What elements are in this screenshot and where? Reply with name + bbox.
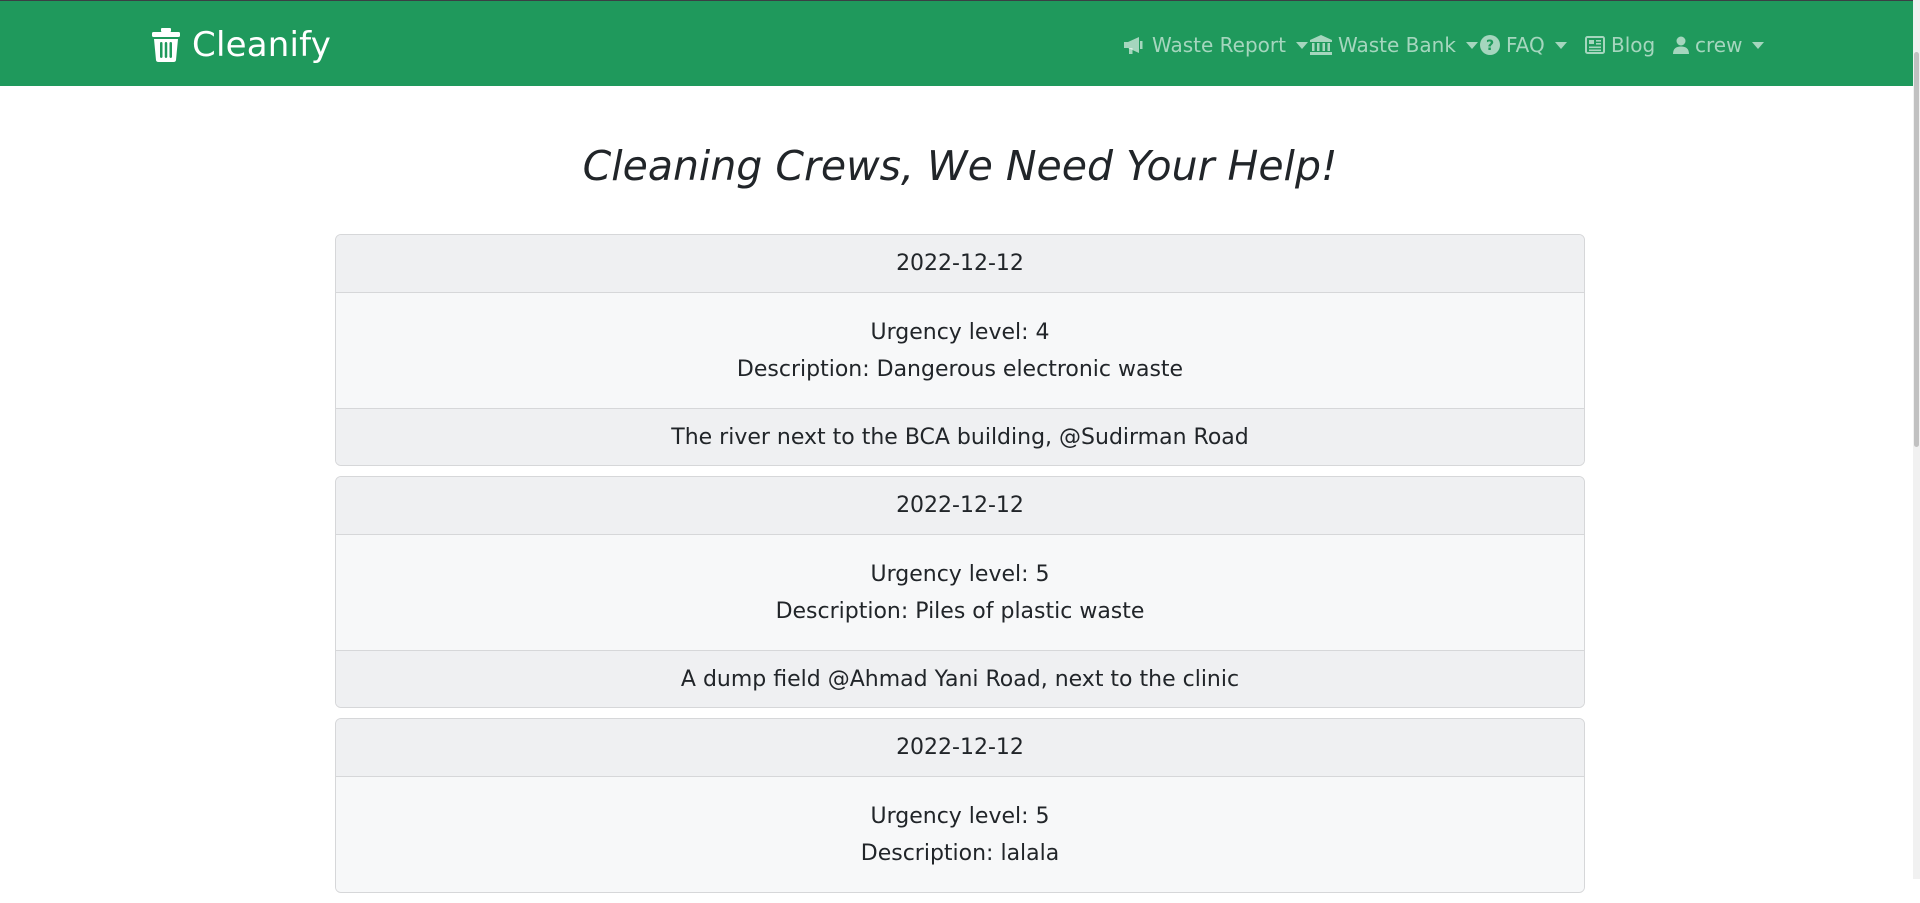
report-urgency: Urgency level: 5: [870, 803, 1050, 829]
nav-user-label: crew: [1695, 33, 1743, 57]
report-description: Description: Piles of plastic waste: [775, 598, 1145, 624]
chevron-down-icon: [1752, 41, 1765, 49]
report-location: The river next to the BCA building, @Sud…: [336, 408, 1584, 465]
nav-waste-bank-label: Waste Bank: [1338, 33, 1456, 57]
chevron-down-icon: [1295, 41, 1308, 49]
report-urgency: Urgency level: 4: [870, 319, 1050, 345]
report-body: Urgency level: 5 Description: lalala: [336, 777, 1584, 892]
nav-waste-report-label: Waste Report: [1152, 33, 1286, 57]
nav-waste-report[interactable]: Waste Report: [1124, 31, 1308, 59]
report-list: 2022-12-12 Urgency level: 4 Description:…: [335, 234, 1585, 903]
scrollbar-thumb[interactable]: [1914, 52, 1919, 447]
report-card: 2022-12-12 Urgency level: 5 Description:…: [335, 718, 1585, 893]
report-location: A dump field @Ahmad Yani Road, next to t…: [336, 650, 1584, 707]
nav-waste-bank[interactable]: Waste Bank: [1310, 31, 1478, 59]
newspaper-icon: [1585, 36, 1605, 54]
nav-faq-label: FAQ: [1506, 33, 1545, 57]
nav-faq[interactable]: ? FAQ: [1480, 31, 1567, 59]
report-date: 2022-12-12: [336, 235, 1584, 293]
chevron-down-icon: [1554, 41, 1567, 49]
nav-blog-label: Blog: [1611, 33, 1656, 57]
top-navbar: Cleanify Waste Report Waste Bank ? FAQ B…: [0, 1, 1920, 86]
nav-blog[interactable]: Blog: [1585, 31, 1655, 59]
report-body: Urgency level: 5 Description: Piles of p…: [336, 535, 1584, 650]
megaphone-icon: [1124, 37, 1143, 54]
question-circle-icon: ?: [1480, 35, 1500, 55]
page-scrollbar[interactable]: [1913, 0, 1920, 879]
report-date: 2022-12-12: [336, 477, 1584, 535]
report-card: 2022-12-12 Urgency level: 4 Description:…: [335, 234, 1585, 466]
report-description: Description: Dangerous electronic waste: [736, 356, 1184, 382]
bank-icon: [1310, 35, 1332, 55]
report-urgency: Urgency level: 5: [870, 561, 1050, 587]
report-description: Description: lalala: [860, 840, 1060, 866]
nav-user-menu[interactable]: crew: [1673, 31, 1765, 59]
report-date: 2022-12-12: [336, 719, 1584, 777]
report-card: 2022-12-12 Urgency level: 5 Description:…: [335, 476, 1585, 708]
report-body: Urgency level: 4 Description: Dangerous …: [336, 293, 1584, 408]
page-title: Cleaning Crews, We Need Your Help!: [582, 142, 1338, 190]
svg-text:?: ?: [1486, 38, 1494, 54]
user-icon: [1673, 36, 1689, 54]
main-nav: Waste Report Waste Bank ? FAQ Blog crew: [0, 31, 1920, 59]
chevron-down-icon: [1465, 41, 1478, 49]
